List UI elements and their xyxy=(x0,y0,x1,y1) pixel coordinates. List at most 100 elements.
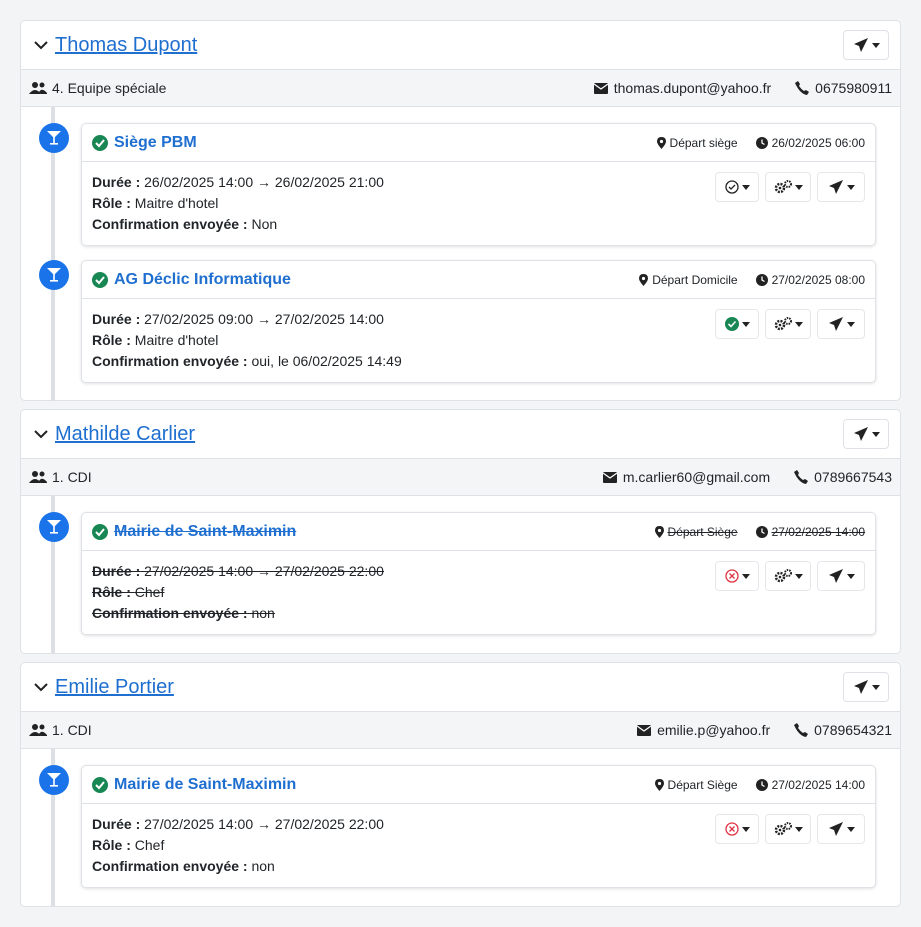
caret-down-icon xyxy=(741,826,750,832)
event-title[interactable]: Siège PBM xyxy=(114,134,197,152)
check-circle-icon xyxy=(92,523,108,540)
users-icon xyxy=(29,471,47,483)
event-datetime: 27/02/2025 08:00 xyxy=(771,272,865,287)
send-dropdown-button[interactable] xyxy=(843,419,889,449)
status-dropdown-button[interactable] xyxy=(715,561,759,591)
settings-dropdown-button[interactable] xyxy=(765,814,811,844)
paper-plane-icon xyxy=(828,317,843,331)
phone[interactable]: 0675980911 xyxy=(815,80,892,96)
send-dropdown-button[interactable] xyxy=(843,30,889,60)
settings-dropdown-button[interactable] xyxy=(765,309,811,339)
role-label: Rôle : xyxy=(92,332,131,348)
gears-icon xyxy=(774,180,792,194)
email-contact: emilie.p@yahoo.fr xyxy=(637,722,770,738)
check-circle-icon xyxy=(92,134,108,151)
caret-down-icon xyxy=(741,573,750,579)
phone-icon xyxy=(794,723,809,737)
team-label: 4. Equipe spéciale xyxy=(52,80,167,96)
paper-plane-icon xyxy=(853,427,868,441)
chevron-down-icon[interactable] xyxy=(33,426,49,442)
event-title[interactable]: AG Déclic Informatique xyxy=(114,271,291,289)
paper-plane-icon xyxy=(828,569,843,583)
event-meta: Départ Siège 27/02/2025 14:00 xyxy=(654,524,865,539)
caret-down-icon xyxy=(846,321,855,327)
team: 1. CDI xyxy=(29,722,92,738)
send-dropdown-button[interactable] xyxy=(817,172,865,202)
send-dropdown-button[interactable] xyxy=(843,672,889,702)
event-title[interactable]: Mairie de Saint-Maximin xyxy=(114,776,296,794)
circle-x-icon xyxy=(724,822,739,836)
role-value: Chef xyxy=(134,837,165,853)
cocktail-glass-icon xyxy=(39,123,69,153)
chevron-down-icon[interactable] xyxy=(33,37,49,53)
map-marker-icon xyxy=(654,525,664,538)
send-dropdown-button[interactable] xyxy=(817,814,865,844)
cocktail-glass-icon xyxy=(39,765,69,795)
team: 4. Equipe spéciale xyxy=(29,80,166,96)
duration-value: 27/02/2025 14:00 → 27/02/2025 22:00 xyxy=(144,563,384,579)
gears-icon xyxy=(774,317,792,331)
envelope-icon xyxy=(602,471,617,483)
person-name-link[interactable]: Thomas Dupont xyxy=(55,34,197,57)
event-meta: Départ siège 26/02/2025 06:00 xyxy=(656,135,865,150)
events-timeline: Mairie de Saint-Maximin Départ Siège 27/… xyxy=(21,749,900,906)
phone[interactable]: 0789654321 xyxy=(814,722,892,738)
caret-down-icon xyxy=(794,184,803,190)
caret-down-icon xyxy=(846,826,855,832)
team-label: 1. CDI xyxy=(52,469,92,485)
settings-dropdown-button[interactable] xyxy=(765,172,811,202)
event-departure: Départ siège xyxy=(669,135,738,150)
send-dropdown-button[interactable] xyxy=(817,561,865,591)
person-info-bar: 1. CDI m.carlier60@gmail.com 0789667543 xyxy=(21,458,900,496)
status-dropdown-button[interactable] xyxy=(715,814,759,844)
caret-down-icon xyxy=(846,573,855,579)
send-dropdown-button[interactable] xyxy=(817,309,865,339)
team-label: 1. CDI xyxy=(52,722,92,738)
event-body: Durée : 27/02/2025 14:00 → 27/02/2025 22… xyxy=(82,551,875,634)
event-card-cancelled: Mairie de Saint-Maximin Départ Siège 27/… xyxy=(81,512,876,635)
event-item: Mairie de Saint-Maximin Départ Siège 27/… xyxy=(39,765,876,888)
person-card: Mathilde Carlier 1. CDI m.carlier60@gmai… xyxy=(20,409,901,654)
event-body: Durée : 27/02/2025 09:00 → 27/02/2025 14… xyxy=(82,299,875,382)
confirmation-label: Confirmation envoyée : xyxy=(92,216,248,232)
event-actions xyxy=(715,814,865,844)
envelope-icon xyxy=(637,724,652,736)
role-label: Rôle : xyxy=(92,837,131,853)
duration-label: Durée : xyxy=(92,311,141,327)
events-timeline: Siège PBM Départ siège 26/02/2025 06:00 … xyxy=(21,107,900,401)
settings-dropdown-button[interactable] xyxy=(765,561,811,591)
confirmation-label: Confirmation envoyée : xyxy=(92,605,248,621)
event-departure: Départ Siège xyxy=(667,524,738,539)
person-card: Emilie Portier 1. CDI emilie.p@yahoo.fr … xyxy=(20,662,901,907)
email[interactable]: emilie.p@yahoo.fr xyxy=(657,722,770,738)
person-name-link[interactable]: Mathilde Carlier xyxy=(55,423,195,446)
phone[interactable]: 0789667543 xyxy=(814,469,892,485)
paper-plane-icon xyxy=(828,822,843,836)
role-label: Rôle : xyxy=(92,195,131,211)
email[interactable]: m.carlier60@gmail.com xyxy=(623,469,770,485)
duration-value: 27/02/2025 09:00 → 27/02/2025 14:00 xyxy=(144,311,384,327)
confirmation-value: non xyxy=(251,605,275,621)
duration-label: Durée : xyxy=(92,174,141,190)
person-card: Thomas Dupont 4. Equipe spéciale thomas.… xyxy=(20,20,901,401)
event-title[interactable]: Mairie de Saint-Maximin xyxy=(114,523,296,541)
person-header: Mathilde Carlier xyxy=(21,410,900,458)
chevron-down-icon[interactable] xyxy=(33,679,49,695)
clock-icon xyxy=(755,273,768,286)
person-info-bar: 4. Equipe spéciale thomas.dupont@yahoo.f… xyxy=(21,69,900,107)
event-datetime: 27/02/2025 14:00 xyxy=(771,777,865,792)
role-value: Maitre d'hotel xyxy=(134,195,219,211)
email[interactable]: thomas.dupont@yahoo.fr xyxy=(614,80,771,96)
email-contact: thomas.dupont@yahoo.fr xyxy=(593,80,771,96)
person-name-link[interactable]: Emilie Portier xyxy=(55,676,174,699)
event-header: Siège PBM Départ siège 26/02/2025 06:00 xyxy=(82,124,875,162)
clock-icon xyxy=(755,778,768,791)
status-dropdown-button[interactable] xyxy=(715,309,759,339)
gears-icon xyxy=(774,569,792,583)
cocktail-glass-icon xyxy=(39,512,69,542)
phone-contact: 0789654321 xyxy=(794,722,892,738)
email-contact: m.carlier60@gmail.com xyxy=(602,469,770,485)
event-meta: Départ Siège 27/02/2025 14:00 xyxy=(654,777,865,792)
status-dropdown-button[interactable] xyxy=(715,172,759,202)
event-departure: Départ Domicile xyxy=(652,272,738,287)
